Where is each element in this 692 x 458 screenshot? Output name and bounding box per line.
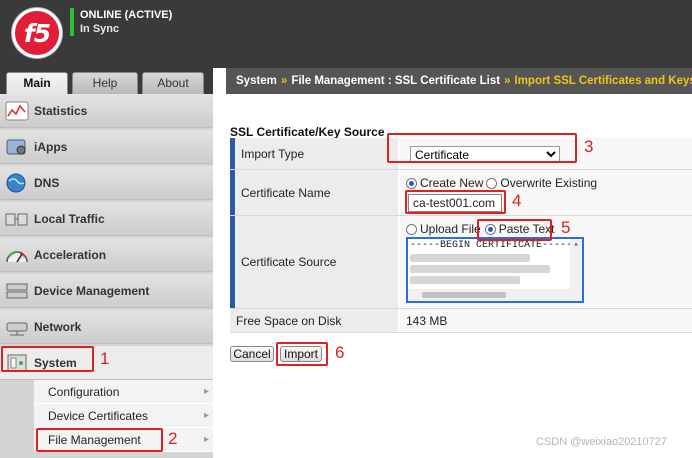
tab-about[interactable]: About <box>142 72 204 94</box>
sidebar-item-iapps[interactable]: iApps <box>0 130 213 164</box>
tab-help[interactable]: Help <box>72 72 138 94</box>
certificate-text-area[interactable]: -----BEGIN CERTIFICATE----- ▴ <box>406 237 584 303</box>
breadcrumb-system[interactable]: System <box>236 75 277 87</box>
sidebar-divider <box>213 94 226 458</box>
acceleration-gauge-icon <box>6 251 28 263</box>
annotation-number-1: 1 <box>100 349 110 368</box>
sidebar-item-device-management[interactable]: Device Management <box>0 274 213 308</box>
create-new-radio[interactable] <box>406 177 417 189</box>
sidebar-item-label: Network <box>34 320 82 334</box>
breadcrumb: System» File Management : SSL Certificate… <box>226 68 692 94</box>
horizontal-scrollbar[interactable] <box>408 289 570 301</box>
certificate-name-label: Certificate Name <box>230 170 398 215</box>
local-traffic-icon <box>5 213 28 226</box>
annotation-number-5: 5 <box>561 218 571 237</box>
sidebar-item-label: Local Traffic <box>34 212 105 226</box>
certificate-source-row: Certificate Source Upload File Paste Tex… <box>230 216 692 309</box>
iapps-icon <box>6 139 26 155</box>
sidebar-item-label: Acceleration <box>34 248 107 262</box>
certificate-text-first-line: -----BEGIN CERTIFICATE----- <box>410 240 573 251</box>
free-space-label: Free Space on Disk <box>230 309 398 332</box>
status-indicator: ONLINE (ACTIVE) In Sync <box>70 8 172 36</box>
annotation-number-4: 4 <box>512 191 522 210</box>
sidebar-item-dns[interactable]: DNS <box>0 166 213 200</box>
certificate-name-options: Create New Overwrite Existing <box>406 176 597 190</box>
upload-file-radio[interactable] <box>406 223 417 235</box>
submenu-configuration[interactable]: Configuration ▸ <box>34 380 213 404</box>
cancel-button[interactable]: Cancel <box>230 346 274 362</box>
breadcrumb-file-management[interactable]: File Management : SSL Certificate List <box>291 75 500 87</box>
dns-globe-icon <box>6 173 26 193</box>
annotation-box-6 <box>276 342 328 366</box>
sidebar-item-acceleration[interactable]: Acceleration <box>0 238 213 272</box>
chevron-right-icon: ▸ <box>203 386 209 397</box>
redacted-text <box>410 276 520 284</box>
main-tabs: Main Help About <box>0 68 213 94</box>
overwrite-existing-radio[interactable] <box>486 177 498 189</box>
free-space-value: 143 MB <box>406 314 448 328</box>
import-type-label: Import Type <box>230 138 398 169</box>
sidebar-item-label: DNS <box>34 176 60 190</box>
f5-logo: f5 <box>12 8 62 58</box>
certificate-source-label: Certificate Source <box>230 216 398 308</box>
scrollbar-thumb[interactable] <box>422 292 506 298</box>
redacted-text <box>410 254 530 262</box>
chevron-right-icon: ▸ <box>203 410 209 421</box>
annotation-number-2: 2 <box>168 429 178 448</box>
sync-status: In Sync <box>80 23 120 35</box>
breadcrumb-separator: » <box>504 75 511 87</box>
section-title: SSL Certificate/Key Source <box>230 125 385 139</box>
status-text: ONLINE (ACTIVE) <box>80 9 173 21</box>
tab-main[interactable]: Main <box>6 72 68 94</box>
submenu-device-certificates[interactable]: Device Certificates ▸ <box>34 404 213 428</box>
breadcrumb-current: Import SSL Certificates and Keys <box>514 75 692 87</box>
vertical-scrollbar[interactable]: ▴ <box>570 239 582 301</box>
breadcrumb-separator: » <box>280 75 288 87</box>
annotation-number-6: 6 <box>335 343 345 362</box>
annotation-box-4 <box>405 190 506 214</box>
top-header: f5 ONLINE (ACTIVE) In Sync <box>0 0 692 68</box>
sidebar-item-network[interactable]: Network <box>0 310 213 344</box>
sidebar-item-local-traffic[interactable]: Local Traffic <box>0 202 213 236</box>
annotation-box-5 <box>477 219 552 241</box>
annotation-number-3: 3 <box>584 137 594 156</box>
annotation-box-1 <box>1 346 94 372</box>
statistics-icon <box>5 101 29 121</box>
network-icon <box>6 322 28 336</box>
redacted-text <box>410 265 550 273</box>
sidebar-item-statistics[interactable]: Statistics <box>0 94 213 128</box>
device-management-icon <box>6 283 28 299</box>
annotation-box-3 <box>387 133 577 163</box>
overwrite-existing-label: Overwrite Existing <box>500 176 598 190</box>
annotation-box-2 <box>36 428 163 452</box>
sidebar-item-label: iApps <box>34 140 68 154</box>
watermark: CSDN @weixiao20210727 <box>536 436 668 448</box>
sidebar-item-label: Device Management <box>34 284 150 298</box>
upload-file-label: Upload File <box>420 222 481 236</box>
sidebar: Statistics iApps DNS Local Traffic Accel… <box>0 94 213 458</box>
free-space-row: Free Space on Disk 143 MB <box>230 309 692 333</box>
chevron-right-icon: ▸ <box>203 434 209 445</box>
sidebar-item-label: Statistics <box>34 104 88 118</box>
create-new-label: Create New <box>420 176 484 190</box>
